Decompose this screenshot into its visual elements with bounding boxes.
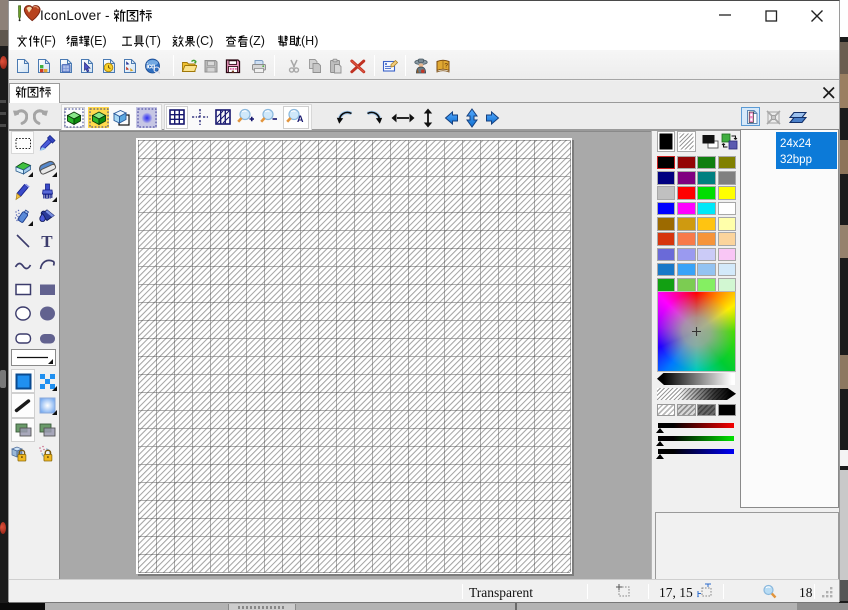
svg-text:A: A <box>297 114 304 124</box>
svg-text:T: T <box>41 232 53 251</box>
svg-text:?: ? <box>444 62 448 69</box>
